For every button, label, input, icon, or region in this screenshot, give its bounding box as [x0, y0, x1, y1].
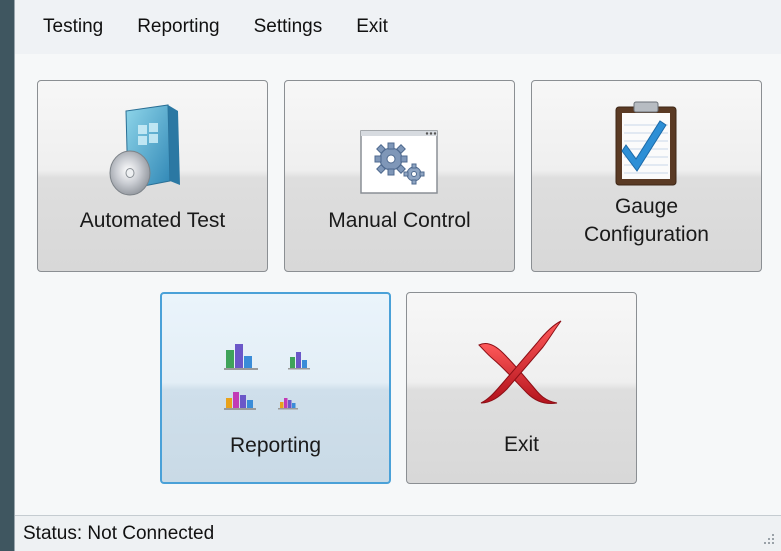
resize-grip-icon[interactable]: [761, 531, 775, 545]
status-text: Status: Not Connected: [23, 522, 215, 544]
clipboard-check-icon: [615, 101, 677, 186]
automated-test-button[interactable]: Automated Test: [37, 80, 268, 272]
exit-button[interactable]: Exit: [406, 292, 637, 484]
menu-testing[interactable]: Testing: [43, 12, 103, 42]
main-window: Testing Reporting Settings Exit Automate…: [14, 0, 781, 551]
menu-reporting[interactable]: Reporting: [137, 12, 219, 42]
windows-install-disc-icon: [109, 104, 180, 196]
bar-charts-icon: [224, 344, 310, 410]
manual-control-button[interactable]: Manual Control: [284, 80, 515, 272]
gauge-configuration-label-line2: Configuration: [584, 223, 709, 246]
chart-small-a: [288, 352, 310, 370]
chart-large-b: [224, 392, 256, 410]
gears-window-icon: [360, 130, 438, 194]
manual-control-label: Manual Control: [328, 209, 471, 232]
dashboard-panel: Automated Test Manual Control Gauge Conf…: [15, 54, 781, 515]
reporting-button[interactable]: Reporting: [160, 292, 391, 484]
red-x-icon: [478, 320, 562, 404]
menu-bar: Testing Reporting Settings Exit: [15, 0, 781, 54]
gauge-configuration-button[interactable]: Gauge Configuration: [531, 80, 762, 272]
chart-small-b: [278, 398, 298, 410]
status-bar: Status: Not Connected: [15, 515, 781, 551]
menu-settings[interactable]: Settings: [254, 12, 323, 42]
automated-test-label: Automated Test: [79, 209, 226, 232]
exit-label: Exit: [503, 433, 539, 456]
reporting-label: Reporting: [229, 434, 322, 457]
chart-large-a: [224, 344, 258, 370]
gauge-configuration-label-line1: Gauge: [614, 195, 679, 218]
menu-exit[interactable]: Exit: [356, 12, 388, 42]
